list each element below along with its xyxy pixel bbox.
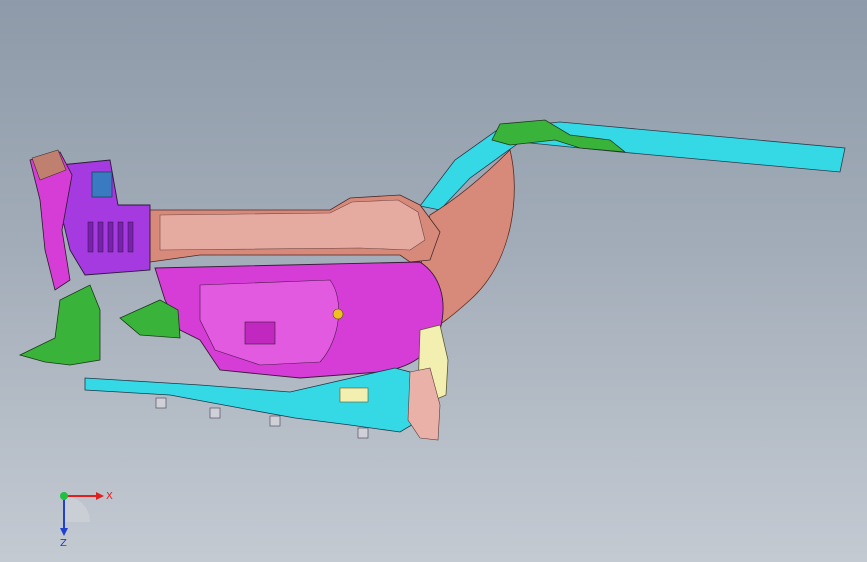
3d-viewport[interactable]: X Z [0, 0, 867, 562]
axis-triad: X Z [60, 491, 113, 548]
mid-bracket-green-part[interactable] [119, 299, 181, 339]
floor-bracket-part[interactable] [244, 321, 276, 345]
triad-origin-icon [60, 492, 68, 500]
front-bracket-green-part[interactable] [18, 284, 101, 366]
shotgun-bracket-part[interactable] [91, 171, 113, 198]
car-body-assembly-model[interactable] [0, 0, 867, 562]
rocker-bracket-part[interactable] [339, 387, 369, 403]
x-axis-arrow-icon [96, 492, 104, 500]
triad-shadow [64, 496, 90, 522]
z-axis-label: Z [60, 538, 67, 548]
rocker-lower-rail-part[interactable] [84, 367, 421, 433]
side-rail-pink-part[interactable] [159, 199, 426, 251]
floor-hole [332, 308, 344, 320]
x-axis-label: X [106, 491, 113, 502]
z-axis-arrow-icon [60, 528, 68, 536]
